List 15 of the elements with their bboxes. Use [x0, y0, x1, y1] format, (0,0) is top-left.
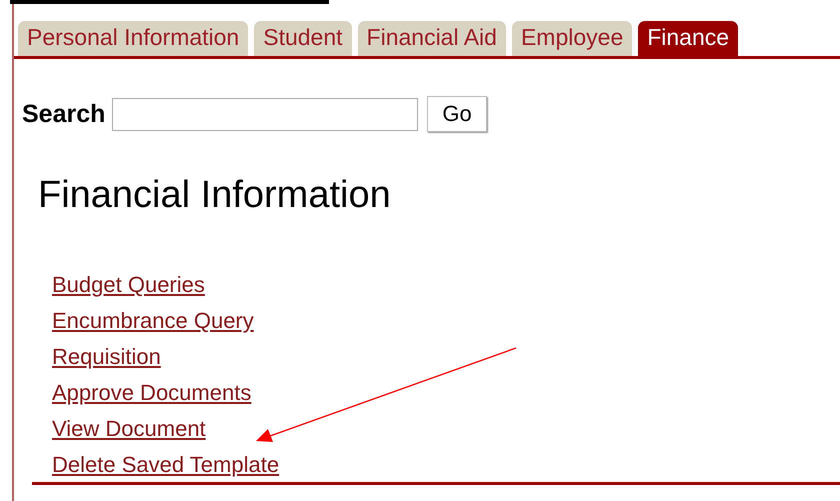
- search-label: Search: [22, 100, 106, 128]
- nav-tab[interactable]: Employee: [512, 21, 632, 56]
- nav-tab[interactable]: Finance: [638, 21, 738, 56]
- search-field[interactable]: [112, 98, 418, 130]
- menu-link[interactable]: View Document: [52, 413, 206, 444]
- menu-link[interactable]: Requisition: [52, 341, 161, 372]
- page-heading: Financial Information: [38, 174, 392, 217]
- menu-link[interactable]: Approve Documents: [52, 377, 252, 408]
- menu-link[interactable]: Budget Queries: [52, 269, 205, 300]
- nav-tab[interactable]: Financial Aid: [358, 21, 506, 56]
- menu-link[interactable]: Delete Saved Template: [52, 449, 280, 480]
- go-button[interactable]: Go: [427, 96, 487, 132]
- menu-link[interactable]: Encumbrance Query: [52, 305, 254, 336]
- nav-tab[interactable]: Student: [254, 21, 352, 56]
- nav-tab[interactable]: Personal Information: [18, 21, 248, 56]
